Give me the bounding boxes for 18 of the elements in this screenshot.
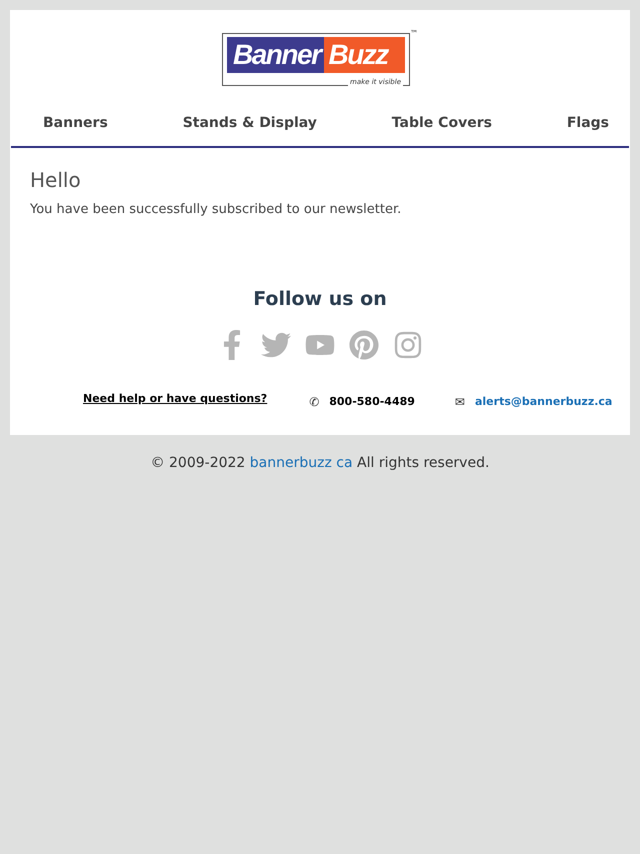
rights-text: All rights reserved. [357,455,490,471]
message-title: Hello [30,168,82,192]
phone-number: 800-580-4489 [329,395,415,408]
help-link[interactable]: Need help or have questions? [83,392,268,405]
nav-link[interactable]: Stands & Display [182,115,317,131]
copyright-text: © 2009-2022 [150,455,246,471]
follow-title: Follow us on [252,288,388,310]
pinterest-icon[interactable] [349,330,379,360]
mail-icon: ✉ [454,394,465,408]
email-link[interactable]: alerts@bannerbuzz.ca [474,395,612,408]
bird-icon[interactable] [261,330,291,360]
nav-link[interactable]: Table Covers [392,115,492,131]
phone-icon: ✆ [309,394,320,408]
site-link[interactable]: bannerbuzz ca [250,455,353,471]
camera-icon[interactable] [393,330,423,360]
nav-link[interactable]: Banners [43,115,108,131]
nav-link[interactable]: Flags [566,115,609,131]
message-text: You have been successfully subscribed to our newsletter. [30,202,402,217]
